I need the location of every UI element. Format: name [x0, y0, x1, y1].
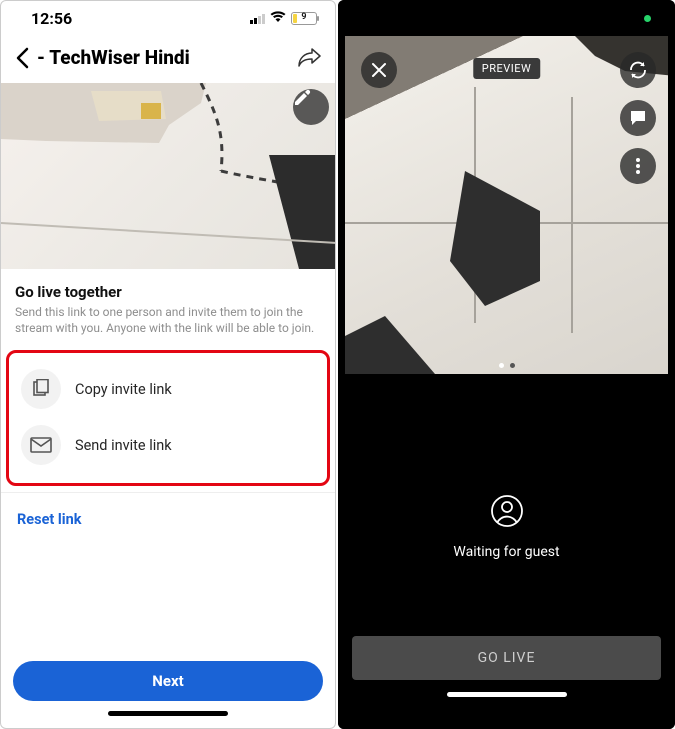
flip-camera-icon	[628, 60, 648, 80]
home-indicator[interactable]	[447, 692, 567, 697]
page-indicator	[345, 363, 668, 368]
invite-actions-highlight: Copy invite link Send invite link	[6, 350, 330, 486]
comment-button[interactable]	[620, 100, 656, 136]
share-button[interactable]	[295, 48, 323, 68]
go-live-button[interactable]: GO LIVE	[352, 636, 661, 680]
next-button-label: Next	[152, 672, 183, 690]
left-phone-screen: 12:56 9 - TechWiser Hindi	[0, 0, 336, 729]
copy-icon	[21, 369, 61, 409]
edit-cover-button[interactable]	[293, 89, 329, 125]
cellular-signal-icon	[250, 14, 265, 24]
preview-badge: PREVIEW	[473, 58, 540, 79]
title-bar: - TechWiser Hindi	[1, 32, 335, 83]
right-phone-screen: PREVIEW Waiting for guest GO LIVE	[338, 0, 675, 729]
home-indicator[interactable]	[108, 711, 228, 716]
more-vertical-icon	[636, 158, 640, 174]
section-subtitle: Send this link to one person and invite …	[15, 304, 321, 336]
camera-indicator-dot	[644, 15, 651, 22]
camera-preview: PREVIEW	[345, 36, 668, 374]
comment-icon	[629, 109, 647, 127]
flip-camera-button[interactable]	[620, 52, 656, 88]
copy-invite-link-label: Copy invite link	[75, 381, 172, 398]
status-time: 12:56	[31, 9, 72, 28]
guest-avatar-icon	[490, 494, 524, 532]
copy-invite-link-row[interactable]: Copy invite link	[13, 361, 323, 417]
go-live-button-label: GO LIVE	[478, 650, 536, 666]
pencil-icon	[293, 89, 311, 107]
page-title: - TechWiser Hindi	[35, 46, 295, 69]
status-bar: 12:56 9	[1, 1, 335, 32]
wifi-icon	[270, 11, 286, 27]
cover-image	[1, 83, 335, 269]
battery-level: 9	[292, 12, 316, 22]
envelope-icon	[21, 425, 61, 465]
section-title: Go live together	[15, 283, 321, 301]
battery-icon: 9	[291, 12, 317, 25]
close-icon	[371, 62, 387, 78]
send-invite-link-label: Send invite link	[75, 437, 172, 454]
more-options-button[interactable]	[620, 148, 656, 184]
status-icons: 9	[250, 11, 317, 27]
send-invite-link-row[interactable]: Send invite link	[13, 417, 323, 473]
waiting-for-guest-label: Waiting for guest	[453, 544, 559, 560]
back-button[interactable]	[9, 47, 35, 69]
waiting-for-guest-block: Waiting for guest	[453, 494, 559, 560]
go-live-together-section: Go live together Send this link to one p…	[1, 269, 335, 344]
next-button[interactable]: Next	[13, 661, 323, 701]
reset-link-button[interactable]: Reset link	[1, 493, 335, 546]
live-bottom-panel: Waiting for guest GO LIVE	[338, 374, 675, 729]
android-statusbar	[338, 0, 675, 36]
bottom-bar: Next	[1, 661, 335, 728]
close-button[interactable]	[361, 52, 397, 88]
